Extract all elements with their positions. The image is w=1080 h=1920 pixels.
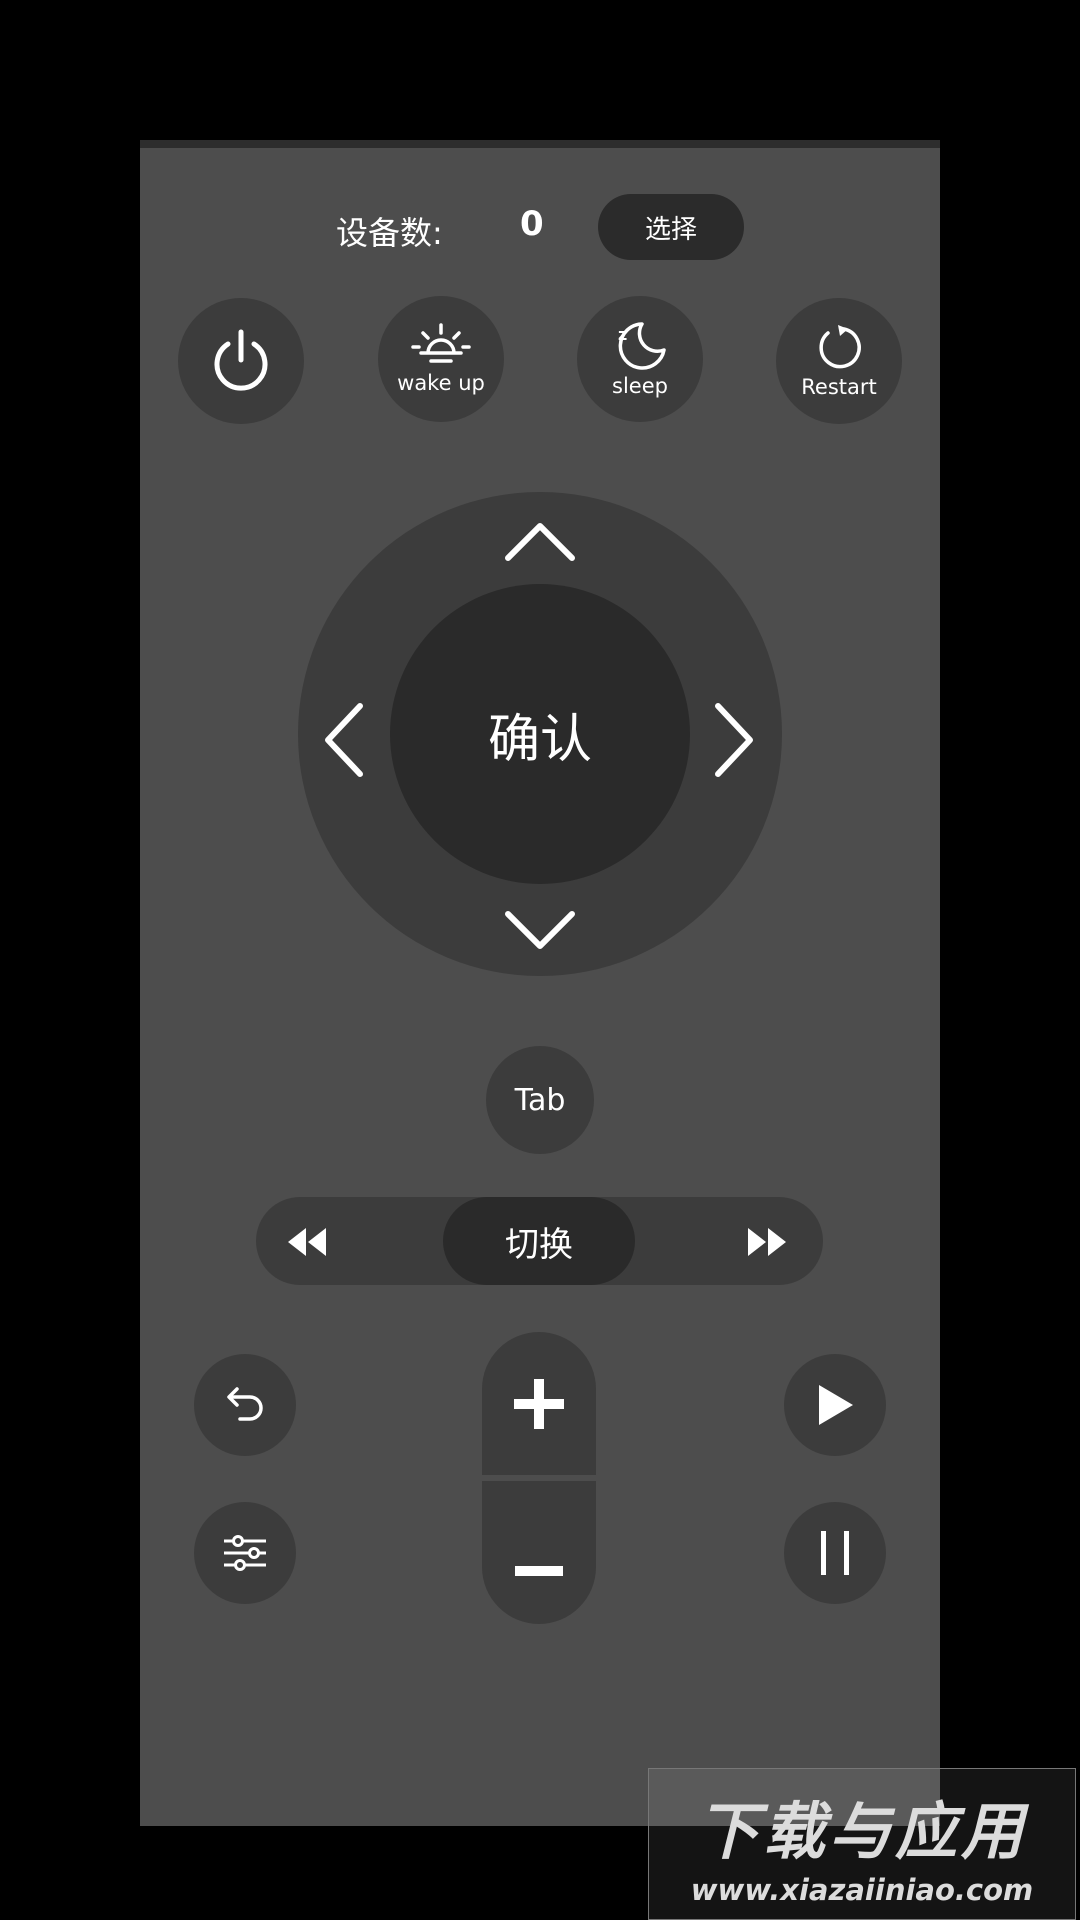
wake-up-button[interactable]: wake up — [378, 296, 504, 422]
confirm-button[interactable]: 确认 — [390, 584, 690, 884]
watermark-title: 下载与应用 — [696, 1795, 1027, 1868]
sleep-label: sleep — [612, 374, 668, 398]
chevron-down-icon[interactable] — [504, 908, 576, 952]
restart-label: Restart — [801, 375, 877, 399]
play-icon — [819, 1385, 853, 1425]
chevron-right-icon[interactable] — [712, 702, 756, 778]
watermark-logo: 下载与应用 www.xiazaiiniao.com — [648, 1768, 1076, 1920]
chevron-up-icon[interactable] — [504, 520, 576, 564]
moon-icon: z — [618, 322, 666, 370]
play-button[interactable] — [784, 1354, 886, 1456]
chevron-left-icon[interactable] — [322, 702, 366, 778]
plus-icon — [514, 1378, 564, 1429]
power-button[interactable] — [178, 298, 304, 424]
wake-up-label: wake up — [397, 371, 485, 395]
sleep-button[interactable]: z sleep — [577, 296, 703, 422]
pause-button[interactable] — [784, 1502, 886, 1604]
switch-button[interactable]: 切换 — [443, 1197, 635, 1285]
back-arrow-icon — [227, 1387, 263, 1421]
restart-icon — [819, 325, 861, 369]
pause-icon — [821, 1531, 849, 1575]
power-icon — [214, 329, 268, 391]
fast-forward-icon[interactable] — [746, 1226, 788, 1258]
settings-button[interactable] — [194, 1502, 296, 1604]
device-count-label: 设备数: — [336, 214, 443, 252]
tab-button[interactable]: Tab — [486, 1046, 594, 1154]
rewind-icon[interactable] — [286, 1226, 328, 1258]
watermark-url: www.xiazaiiniao.com — [690, 1873, 1034, 1907]
restart-button[interactable]: Restart — [776, 298, 902, 424]
select-device-button[interactable]: 选择 — [598, 194, 744, 260]
sunrise-icon — [411, 323, 471, 363]
volume-up-button[interactable] — [482, 1332, 596, 1475]
back-button[interactable] — [194, 1354, 296, 1456]
minus-icon — [515, 1565, 563, 1576]
svg-text:z: z — [618, 325, 627, 344]
device-count-value: 0 — [520, 204, 544, 244]
volume-down-button[interactable] — [482, 1481, 596, 1624]
sliders-icon — [224, 1535, 266, 1571]
